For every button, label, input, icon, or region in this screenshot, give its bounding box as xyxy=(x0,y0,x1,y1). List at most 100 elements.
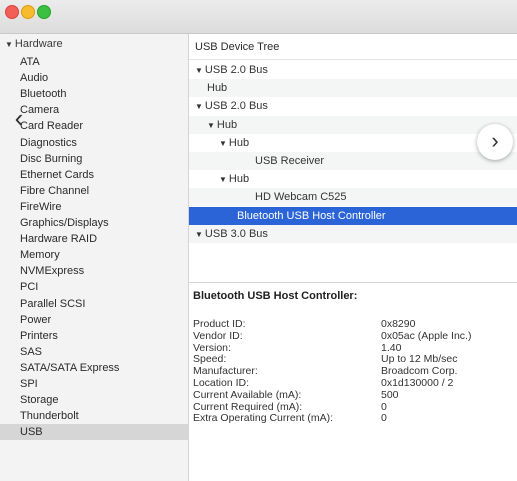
forward-button[interactable]: › xyxy=(477,124,513,160)
device-tree-row-content: ▼ Hub xyxy=(219,170,249,189)
chevron-left-icon: ‹ xyxy=(14,103,24,133)
sidebar-item-sas[interactable]: SAS xyxy=(0,344,188,360)
detail-field-value: 0 xyxy=(381,400,387,413)
device-tree-row-content: ▼ Hub xyxy=(207,116,237,135)
device-tree-row-content: ▼ USB 3.0 Bus xyxy=(195,225,268,244)
disclosure-triangle-down-icon[interactable]: ▼ xyxy=(195,66,203,75)
detail-field-value: Up to 12 Mb/sec xyxy=(381,353,458,366)
sidebar-item-disc-burning[interactable]: Disc Burning xyxy=(0,151,188,167)
detail-field-label: Extra Operating Current (mA): xyxy=(193,412,334,425)
detail-field-value: 500 xyxy=(381,388,399,401)
sidebar-item-label: SATA/SATA Express xyxy=(20,361,120,374)
sidebar-item-diagnostics[interactable]: Diagnostics xyxy=(0,135,188,151)
sidebar-item-ata[interactable]: ATA xyxy=(0,54,188,70)
chevron-right-icon: › xyxy=(491,128,499,153)
sidebar-item-label: Power xyxy=(20,313,52,326)
device-tree-row[interactable]: Hub xyxy=(189,79,517,98)
device-tree-row[interactable]: ▼ Hub xyxy=(189,115,517,135)
device-tree-row-label: Hub xyxy=(216,118,238,131)
sidebar-item-label: Parallel SCSI xyxy=(20,297,86,310)
window-titlebar xyxy=(0,0,517,34)
device-tree-row-content: Bluetooth USB Host Controller xyxy=(237,207,386,225)
device-tree-row-selected[interactable]: Bluetooth USB Host Controller xyxy=(189,206,517,225)
sidebar-item-label: Hardware RAID xyxy=(20,233,98,246)
device-tree-header: USB Device Tree xyxy=(189,34,517,60)
device-tree-row-label: Bluetooth USB Host Controller xyxy=(237,209,386,222)
sidebar-item-spi[interactable]: SPI xyxy=(0,376,188,392)
sidebar-item-label: Fibre Channel xyxy=(20,184,90,197)
sidebar-item-label: Graphics/Displays xyxy=(20,217,109,229)
disclosure-triangle-down-icon[interactable]: ▼ xyxy=(195,230,203,239)
sidebar-item-hardware-raid[interactable]: Hardware RAID xyxy=(0,231,188,247)
device-tree-row-label: USB 3.0 Bus xyxy=(204,227,268,240)
sidebar-item-label: USB xyxy=(20,426,43,439)
detail-field-label: Current Available (mA): xyxy=(193,388,302,401)
sidebar-hardware-group[interactable]: ▼ Hardware xyxy=(5,38,63,50)
sidebar-item-label: Disc Burning xyxy=(20,152,83,165)
disclosure-triangle-down-icon: ▼ xyxy=(5,40,13,49)
device-tree-row-label: USB 2.0 Bus xyxy=(204,64,268,76)
sidebar-item-fibre-channel[interactable]: Fibre Channel xyxy=(0,183,188,199)
detail-field-value: 0x1d130000 / 2 xyxy=(381,377,454,389)
device-tree-row[interactable]: ▼ Hub xyxy=(189,134,517,152)
device-tree-row[interactable]: USB Receiver xyxy=(189,152,517,170)
sidebar-item-nvmexpress[interactable]: NVMExpress xyxy=(0,263,188,279)
device-tree-row-content: ▼ Hub xyxy=(219,134,249,153)
close-window-button[interactable] xyxy=(5,5,19,19)
device-tree-row-label: USB 2.0 Bus xyxy=(204,100,268,113)
sidebar-item-sata-sata-express[interactable]: SATA/SATA Express xyxy=(0,360,188,376)
device-tree-row[interactable]: HD Webcam C525 xyxy=(189,188,517,207)
zoom-window-button[interactable] xyxy=(37,5,51,19)
sidebar-item-label: Diagnostics xyxy=(20,136,77,149)
details-title: Bluetooth USB Host Controller: xyxy=(193,290,358,302)
detail-field-value: 1.40 xyxy=(381,341,402,354)
minimize-window-button[interactable] xyxy=(21,5,35,19)
back-button[interactable]: ‹ xyxy=(4,103,34,133)
detail-field-label: Vendor ID: xyxy=(193,329,243,342)
sidebar-item-firewire[interactable]: FireWire xyxy=(0,199,188,215)
main-panel: USB Device Tree ▼ USB 2.0 Bus Hub ▼ USB 2.0 … xyxy=(189,34,517,481)
detail-field-value: 0x05ac (Apple Inc.) xyxy=(381,329,472,342)
device-tree-row-content: HD Webcam C525 xyxy=(255,188,347,206)
device-tree-row-content: USB Receiver xyxy=(255,152,324,170)
detail-field-label: Current Required (mA): xyxy=(193,400,303,413)
sidebar-item-graphics-displays[interactable]: Graphics/Displays xyxy=(0,215,188,231)
disclosure-triangle-down-icon[interactable]: ▼ xyxy=(195,102,203,111)
detail-field-value: 0 xyxy=(381,412,387,425)
device-tree-row-content: ▼ USB 2.0 Bus xyxy=(195,97,268,116)
device-tree-row-label: Hub xyxy=(228,136,250,149)
disclosure-triangle-down-icon[interactable]: ▼ xyxy=(219,175,227,184)
sidebar-item-label: Printers xyxy=(20,329,58,342)
sidebar-item-power[interactable]: Power xyxy=(0,312,188,328)
sidebar-item-label: Audio xyxy=(20,72,49,85)
sidebar-item-label: ATA xyxy=(20,56,40,68)
sidebar-item-thunderbolt[interactable]: Thunderbolt xyxy=(0,408,188,424)
disclosure-triangle-down-icon[interactable]: ▼ xyxy=(219,139,227,148)
detail-field-label: Version: xyxy=(193,341,231,354)
sidebar-item-pci[interactable]: PCI xyxy=(0,279,188,295)
detail-field-label: Location ID: xyxy=(193,377,250,389)
sidebar-item-label: Bluetooth xyxy=(20,88,67,101)
sidebar-item-memory[interactable]: Memory xyxy=(0,247,188,263)
device-tree-row[interactable]: ▼ USB 3.0 Bus xyxy=(189,224,517,244)
sidebar-item-parallel-scsi[interactable]: Parallel SCSI xyxy=(0,296,188,312)
sidebar-item-usb[interactable]: USB xyxy=(0,424,188,441)
sidebar-item-ethernet-cards[interactable]: Ethernet Cards xyxy=(0,167,188,183)
detail-field-label: Speed: xyxy=(193,353,227,366)
pane-divider[interactable] xyxy=(189,282,517,283)
disclosure-triangle-down-icon[interactable]: ▼ xyxy=(207,121,215,130)
sidebar-item-label: SPI xyxy=(20,378,38,390)
sidebar-item-storage[interactable]: Storage xyxy=(0,392,188,408)
sidebar-item-label: Ethernet Cards xyxy=(20,168,94,181)
device-tree-row[interactable]: ▼ USB 2.0 Bus xyxy=(189,61,517,79)
device-tree-row[interactable]: ▼ USB 2.0 Bus xyxy=(189,97,517,115)
detail-field-label: Manufacturer: xyxy=(193,365,258,378)
sidebar-item-audio[interactable]: Audio xyxy=(0,70,188,86)
sidebar-item-label: Thunderbolt xyxy=(20,410,79,423)
device-tree-row-content: Hub xyxy=(207,79,227,97)
device-tree-row-label: USB Receiver xyxy=(255,155,325,167)
device-tree-row-label: Hub xyxy=(228,173,250,186)
sidebar-item-bluetooth[interactable]: Bluetooth xyxy=(0,86,188,102)
device-tree-row[interactable]: ▼ Hub xyxy=(189,170,517,188)
sidebar-item-printers[interactable]: Printers xyxy=(0,328,188,344)
